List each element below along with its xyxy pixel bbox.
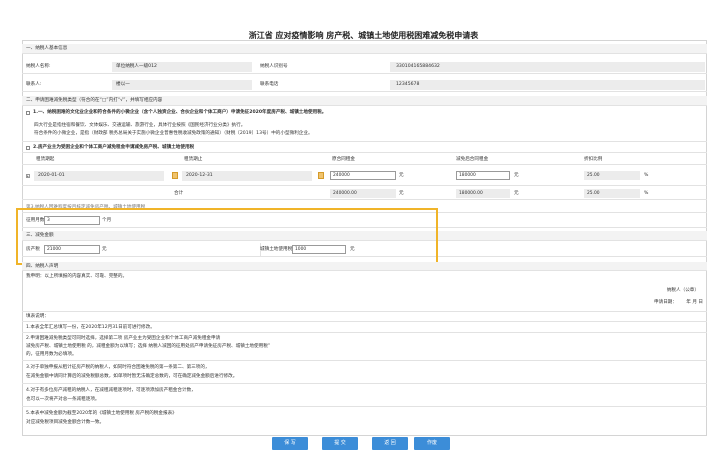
- notes-item-5: 5.本表中减免金额为截至2020年的《城镇土地使用税 房产税的税金报表》: [26, 411, 177, 416]
- void-button[interactable]: 作废: [414, 437, 450, 450]
- total-reduced-rent: 180000.00: [456, 189, 510, 198]
- total-ratio: 25.00: [584, 189, 640, 198]
- section4-header: 四、纳税人声明: [22, 262, 707, 271]
- phone-label: 联系电话: [260, 82, 279, 87]
- notes-item-row: 1.本表全年汇总填写一份，在2020年12月31日前可进行修改。: [22, 323, 707, 333]
- end-date-calendar-icon[interactable]: [318, 172, 324, 179]
- section1-header: 一、纳税人基本信息: [22, 44, 707, 54]
- contact-label: 联系人:: [26, 82, 42, 87]
- notes-item-row: 5.本表中减免金额为截至2020年的《城镇土地使用税 房产税的税金报表》 对应减…: [22, 408, 707, 430]
- phone-cell: [390, 80, 705, 90]
- total-ratio-unit: %: [644, 191, 649, 196]
- notes-item-row: 3.对于单独申报从租计征房产税的纳税人，如同时符合困难免税的第一条第二、第三项的…: [22, 362, 707, 384]
- notes-item-row: 2.申请困难减免税类型可同时选择，选择第二项 房产业主为受困企业和个体工商户减免…: [22, 334, 707, 361]
- notes-item-3b: 在减免金额中请同计算后的减免税额总数，如单项时暂无法确定总数的，可在确定减免金额…: [26, 374, 238, 379]
- notes-item-5b: 对应减免税项目减免金额合计数一致。: [26, 420, 105, 425]
- declaration-statement: 我申明：以上所填报的内容真实、可靠、完整的。: [26, 274, 128, 279]
- taxpayer-name-row: 纳税人名称: 单位纳税人一级012 纳税人识别号 330104165884632: [22, 60, 707, 74]
- rent-header-end: 租赁期止: [184, 157, 203, 162]
- contact-value: 楼以一: [116, 82, 130, 87]
- notes-item-4: 4.对于有多位房产减租的纳税人，在减租减租逐项时，可逐项添加房产租金合计数，: [26, 388, 196, 393]
- notes-item-2b: 减免房产税、城镇土地使用税 的，减租金额为以填写；选择 纳税人减困的征用处房产申…: [26, 344, 271, 349]
- taxpayer-name-value: 单位纳税人一级012: [116, 64, 157, 69]
- save-button[interactable]: 保 写: [272, 437, 308, 450]
- option1-label: 1.一、纳税困难的文化业企业和符合条件的小微企业（含个人独资企业、合伙企业和个体…: [33, 110, 327, 115]
- section1-heading: 一、纳税人基本信息: [26, 46, 68, 51]
- notes-item-2c: 的，征用月数为必填项。: [26, 352, 77, 357]
- option2-row: 2.房产业主为受困企业和个体工商户减免租金申请减免房产税、城镇土地使用税: [22, 143, 707, 153]
- total-original-rent: 240000.00: [330, 189, 396, 198]
- rent-header-original: 原合同租金: [332, 157, 355, 162]
- option1-checkbox[interactable]: [26, 111, 30, 115]
- option2-checkbox[interactable]: [26, 146, 30, 150]
- rent-table-header: 租赁期起 租赁期止 原合同租金 减免后合同租金 折扣比例: [22, 154, 707, 165]
- rent-total-row: 合计 240000.00 元 180000.00 元 25.00 %: [22, 187, 707, 200]
- option1-row: 1.一、纳税困难的文化业企业和符合条件的小微企业（含个人独资企业、合伙企业和个体…: [22, 108, 707, 142]
- start-date-calendar-icon[interactable]: [172, 172, 178, 179]
- section2-header: 二、申请困难减免税类型（符合的在“□”内打“√”，并填写相应内容: [22, 96, 707, 106]
- date-suffix: 年 月 日: [686, 300, 703, 305]
- reduced-rent-input[interactable]: 180000: [456, 171, 510, 180]
- date-label: 申请日期：: [654, 300, 677, 305]
- contact-cell: [112, 80, 252, 90]
- rent-table-row: ▸ 2020-01-01 2020-12-31 240000 元 180000 …: [22, 167, 707, 186]
- original-rent-input[interactable]: 240000: [330, 171, 396, 180]
- rent-header-start: 租赁期起: [36, 157, 55, 162]
- notes-item-row: 4.对于有多位房产减租的纳税人，在减租减租逐项时，可逐项添加房产租金合计数， 也…: [22, 385, 707, 407]
- ratio-value: 25.00: [584, 171, 640, 180]
- notes-title: 填表说明：: [26, 314, 49, 319]
- rent-header-ratio: 折扣比例: [584, 157, 603, 162]
- contact-row: 联系人: 楼以一 联系电话 12345678: [22, 78, 707, 92]
- notes-item-3: 3.对于单独申报从租计征房产税的纳税人，如同时符合困难免税的第一条第二、第三项的…: [26, 365, 210, 370]
- reduced-rent-unit: 元: [514, 173, 519, 178]
- taxpayer-id-value: 330104165884632: [396, 64, 440, 69]
- option2-label: 2.房产业主为受困企业和个体工商户减免租金申请减免房产税、城镇土地使用税: [33, 145, 195, 150]
- taxpayer-name-label: 纳税人名称:: [26, 64, 51, 69]
- end-date-value: 2020-12-31: [186, 173, 213, 178]
- original-rent-unit: 元: [399, 173, 404, 178]
- section2-heading: 二、申请困难减免税类型（符合的在“□”内打“√”，并填写相应内容: [26, 98, 163, 103]
- notes-item-4b: 也可以一次将产对总一条减租逐项。: [26, 397, 100, 402]
- ratio-unit: %: [644, 173, 649, 178]
- section4-heading: 四、纳税人声明: [26, 264, 59, 269]
- taxpayer-id-label: 纳税人识别号: [260, 64, 288, 69]
- total-reduced-unit: 元: [514, 191, 519, 196]
- total-original-unit: 元: [399, 191, 404, 196]
- declaration-row: 我申明：以上所填报的内容真实、可靠、完整的。 纳税人（公章） 申请日期： 年 月…: [22, 272, 707, 312]
- submit-button[interactable]: 提 交: [322, 437, 358, 450]
- row-select-icon[interactable]: ▸: [26, 174, 30, 178]
- back-button[interactable]: 返 回: [372, 437, 408, 450]
- total-label: 合计: [174, 191, 184, 196]
- option1-desc2: 符合条件的小微企业，是指（财政部 税务总局关于实施小微企业普惠性税收减免政策的通…: [34, 131, 313, 136]
- notes-item-2: 2.申请困难减免税类型可同时选择，选择第二项 房产业主为受困企业和个体工商户减免…: [26, 336, 221, 341]
- start-date-value: 2020-01-01: [38, 173, 65, 178]
- rent-header-reduced: 减免后合同租金: [456, 157, 489, 162]
- notes-item-1: 1.本表全年汇总填写一份，在2020年12月31日前可进行修改。: [26, 325, 155, 330]
- option1-desc1: 四大行业是指住宿和餐饮、文体娱乐、交通运输、旅游行业，具体行业按照《国民经济行业…: [34, 123, 246, 128]
- highlight-box: [16, 208, 438, 265]
- signature-label: 纳税人（公章）: [666, 288, 699, 293]
- notes-header-row: 填表说明：: [22, 312, 707, 322]
- phone-value: 12345678: [396, 82, 420, 87]
